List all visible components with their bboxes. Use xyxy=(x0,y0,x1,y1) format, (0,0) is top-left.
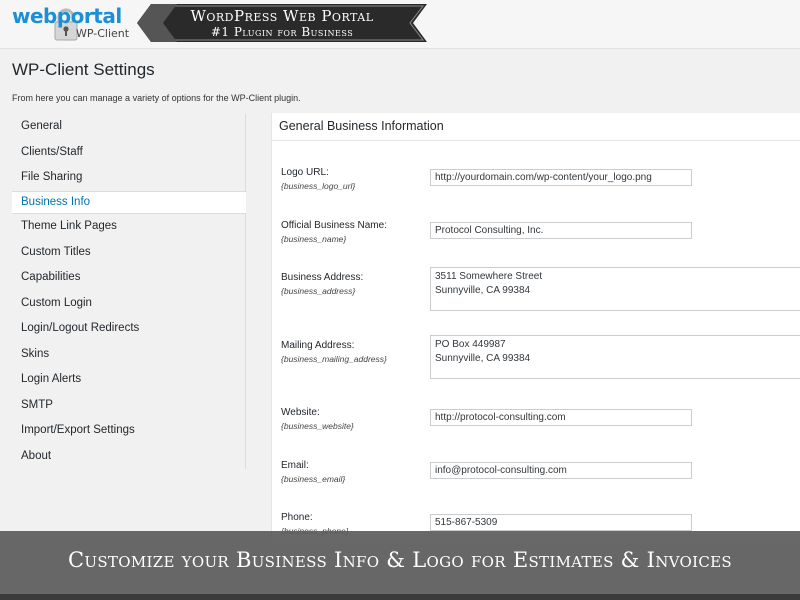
logo-subtitle: WP-Client xyxy=(76,27,130,40)
business-name-key: {business_name} xyxy=(281,234,347,244)
nav-item-theme-link-pages[interactable]: Theme Link Pages xyxy=(12,214,245,240)
promo-banner: WordPress Web Portal #1 Plugin for Busin… xyxy=(137,4,427,42)
brand-header: webportal WP-Client WordPress Web Portal… xyxy=(0,0,800,49)
logo-url-label: Logo URL: xyxy=(281,167,329,178)
email-key: {business_email} xyxy=(281,474,346,484)
bottom-strip xyxy=(0,594,800,600)
settings-nav: General Clients/Staff File Sharing Busin… xyxy=(12,114,246,469)
email-input[interactable]: info@protocol-consulting.com xyxy=(430,462,692,479)
mailing-address-textarea[interactable]: PO Box 449987 Sunnyville, CA 99384 xyxy=(430,335,800,379)
website-label: Website: xyxy=(281,407,320,418)
nav-item-custom-titles[interactable]: Custom Titles xyxy=(12,240,245,266)
mailing-address-line-2: Sunnyville, CA 99384 xyxy=(435,353,531,364)
phone-label: Phone: xyxy=(281,512,313,523)
phone-input[interactable]: 515-867-5309 xyxy=(430,514,692,531)
business-name-input[interactable]: Protocol Consulting, Inc. xyxy=(430,222,692,239)
business-address-textarea[interactable]: 3511 Somewhere Street Sunnyville, CA 993… xyxy=(430,267,800,311)
page-description: From here you can manage a variety of op… xyxy=(12,93,301,103)
nav-item-import-export-settings[interactable]: Import/Export Settings xyxy=(12,418,245,444)
logo-portal: portal xyxy=(56,4,122,28)
nav-item-skins[interactable]: Skins xyxy=(12,342,245,368)
nav-item-login-logout-redirects[interactable]: Login/Logout Redirects xyxy=(12,316,245,342)
business-address-key: {business_address} xyxy=(281,286,356,296)
promo-caption-bar: Customize your Business Info & Logo for … xyxy=(0,531,800,594)
nav-item-smtp[interactable]: SMTP xyxy=(12,393,245,419)
website-key: {business_website} xyxy=(281,421,354,431)
panel-heading: General Business Information xyxy=(272,113,800,141)
website-input[interactable]: http://protocol-consulting.com xyxy=(430,409,692,426)
webportal-logo: webportal WP-Client xyxy=(12,2,130,44)
business-address-label: Business Address: xyxy=(281,272,364,283)
business-info-panel: General Business Information Logo URL: {… xyxy=(271,113,800,543)
mailing-address-label: Mailing Address: xyxy=(281,340,355,351)
nav-item-file-sharing[interactable]: File Sharing xyxy=(12,165,245,191)
logo-web: web xyxy=(12,4,57,28)
nav-item-clients-staff[interactable]: Clients/Staff xyxy=(12,140,245,166)
nav-item-general[interactable]: General xyxy=(12,114,245,140)
nav-item-custom-login[interactable]: Custom Login xyxy=(12,291,245,317)
mailing-address-key: {business_mailing_address} xyxy=(281,354,387,364)
logo-wordmark: webportal xyxy=(12,4,122,28)
business-name-label: Official Business Name: xyxy=(281,220,387,231)
logo-url-key: {business_logo_url} xyxy=(281,181,356,191)
banner-title: WordPress Web Portal xyxy=(190,7,374,25)
page-title: WP-Client Settings xyxy=(12,60,155,79)
nav-item-capabilities[interactable]: Capabilities xyxy=(12,265,245,291)
nav-item-login-alerts[interactable]: Login Alerts xyxy=(12,367,245,393)
mailing-address-line-1: PO Box 449987 xyxy=(435,339,506,350)
logo-url-input[interactable]: http://yourdomain.com/wp-content/your_lo… xyxy=(430,169,692,186)
business-address-line-2: Sunnyville, CA 99384 xyxy=(435,285,531,296)
email-label: Email: xyxy=(281,460,309,471)
nav-item-about[interactable]: About xyxy=(12,444,245,470)
promo-caption-text: Customize your Business Info & Logo for … xyxy=(68,548,732,572)
business-address-line-1: 3511 Somewhere Street xyxy=(435,271,543,282)
banner-subtitle: #1 Plugin for Business xyxy=(210,25,354,39)
nav-item-business-info[interactable]: Business Info xyxy=(12,190,246,214)
